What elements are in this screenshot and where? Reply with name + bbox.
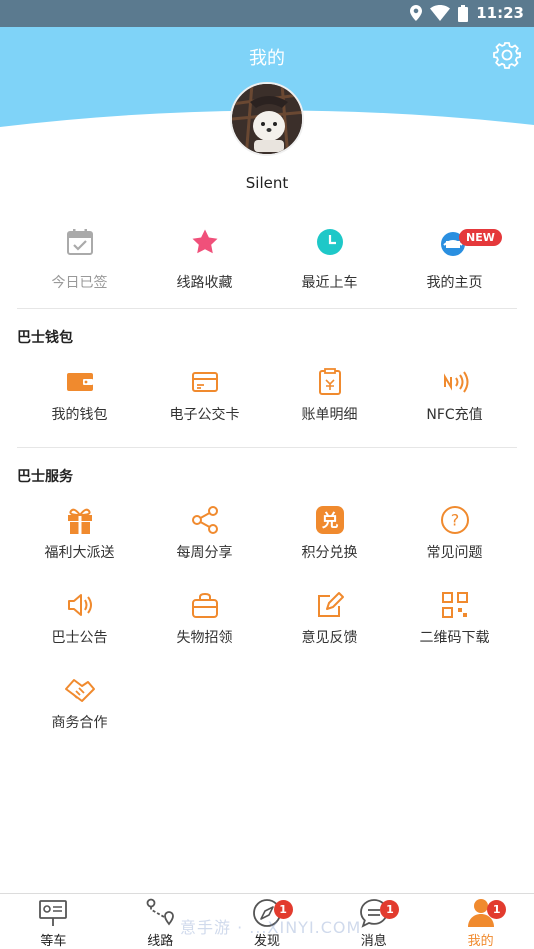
avatar[interactable] (230, 82, 304, 156)
wallet-item-label: 我的钱包 (51, 407, 108, 423)
wallet-grid: 我的钱包 电子公交卡 账单明细 NFC充值 (17, 362, 517, 447)
wallet-item-label: NFC充值 (426, 407, 483, 423)
quick-action-label: 我的主页 (426, 275, 483, 291)
wifi-icon (430, 5, 451, 21)
edit-icon (317, 592, 344, 617)
watermark: 意手游 · ...XINYI.COM (180, 918, 362, 937)
divider (17, 308, 517, 309)
service-item-label: 福利大派送 (44, 545, 115, 561)
wallet-item-nfc-recharge[interactable]: NFC充值 (392, 362, 517, 447)
tab-label: 等车 (40, 934, 67, 949)
gift-icon (67, 508, 92, 534)
handshake-icon (64, 679, 95, 702)
status-bar: 11:23 (0, 0, 534, 27)
service-item-welfare-giveaway[interactable]: 福利大派送 (17, 500, 142, 585)
service-item-label: 巴士公告 (51, 630, 108, 646)
speaker-icon (67, 594, 92, 616)
bill-icon (318, 368, 341, 395)
service-item-label: 商务合作 (51, 715, 108, 731)
calendar-check-icon (66, 229, 93, 255)
quick-action-label: 今日已签 (51, 275, 108, 291)
service-item-lost-and-found[interactable]: 失物招领 (142, 585, 267, 670)
service-item-qrcode-download[interactable]: 二维码下载 (392, 585, 517, 670)
bag-icon (191, 592, 218, 618)
divider (17, 447, 517, 448)
card-icon (191, 372, 218, 392)
quick-actions: 今日已签 线路收藏 最近上车 NEW 我的主页 (17, 225, 517, 295)
settings-gear-icon[interactable] (492, 40, 522, 70)
section-title-wallet: 巴士钱包 (17, 330, 73, 346)
page-title: 我的 (249, 48, 285, 69)
location-icon (410, 5, 423, 21)
quick-action-favorite-routes[interactable]: 线路收藏 (142, 225, 267, 295)
battery-icon (458, 4, 469, 22)
svg-text:兑: 兑 (321, 511, 338, 532)
username: Silent (245, 174, 289, 192)
new-badge: NEW (459, 229, 502, 246)
service-item-points-redeem[interactable]: 兑 积分兑换 (267, 500, 392, 585)
redeem-icon: 兑 (315, 506, 344, 534)
quick-action-signed-today[interactable]: 今日已签 (17, 225, 142, 295)
wallet-item-label: 账单明细 (301, 407, 358, 423)
wallet-item-bill-details[interactable]: 账单明细 (267, 362, 392, 447)
wallet-icon (66, 373, 93, 391)
quick-action-my-homepage[interactable]: NEW 我的主页 (392, 225, 517, 295)
quick-action-label: 最近上车 (301, 275, 358, 291)
quick-action-recent-boarding[interactable]: 最近上车 (267, 225, 392, 295)
service-item-weekly-share[interactable]: 每周分享 (142, 500, 267, 585)
service-item-label: 意见反馈 (301, 630, 358, 646)
svg-text:?: ? (450, 511, 459, 530)
question-icon: ? (440, 506, 469, 534)
service-item-label: 失物招领 (176, 630, 233, 646)
tab-waiting[interactable]: 等车 (0, 894, 107, 949)
service-item-label: 二维码下载 (419, 630, 490, 646)
quick-action-label: 线路收藏 (176, 275, 233, 291)
service-item-faq[interactable]: ? 常见问题 (392, 500, 517, 585)
service-item-bus-announcement[interactable]: 巴士公告 (17, 585, 142, 670)
services-grid: 福利大派送 每周分享 兑 积分兑换 ? 常见问题 巴士公告 失物招领 意见反馈 … (17, 500, 517, 755)
clock-icon (316, 229, 343, 255)
service-item-label: 每周分享 (176, 545, 233, 561)
share-icon (191, 506, 218, 534)
wallet-item-my-wallet[interactable]: 我的钱包 (17, 362, 142, 447)
service-item-label: 常见问题 (426, 545, 483, 561)
wallet-item-label: 电子公交卡 (169, 407, 240, 423)
service-item-label: 积分兑换 (301, 545, 358, 561)
route-icon (146, 898, 175, 926)
wallet-item-e-bus-card[interactable]: 电子公交卡 (142, 362, 267, 447)
status-time: 11:23 (476, 4, 524, 22)
section-title-services: 巴士服务 (17, 469, 73, 485)
tab-label: 我的 (467, 934, 494, 949)
qrcode-icon (441, 592, 468, 618)
nfc-icon (443, 371, 468, 393)
service-item-business-cooperation[interactable]: 商务合作 (17, 670, 142, 755)
service-item-feedback[interactable]: 意见反馈 (267, 585, 392, 670)
bus-stop-icon (39, 900, 68, 926)
tab-mine[interactable]: 1 我的 (427, 894, 534, 949)
star-icon (192, 229, 217, 254)
